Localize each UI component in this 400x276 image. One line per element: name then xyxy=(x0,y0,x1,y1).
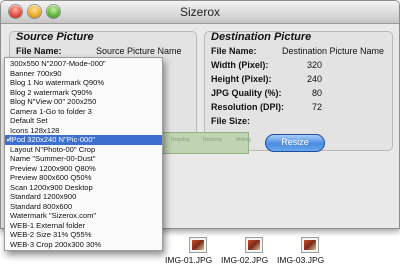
jpg-quality-value[interactable]: 80 xyxy=(312,88,322,98)
resize-button[interactable]: Resize xyxy=(265,134,325,152)
menu-item[interactable]: Banner 700x90 xyxy=(5,69,162,79)
progress-label-reading: Reading xyxy=(171,137,190,143)
source-file-name-label: File Name: xyxy=(16,46,62,56)
menu-item[interactable]: Watermark "Sizerox.com" xyxy=(5,211,162,221)
menu-item[interactable]: Standard 1200x900 xyxy=(5,192,162,202)
menu-item[interactable]: Blog N"View 00" 200x250 xyxy=(5,97,162,107)
menu-item[interactable]: WEB-2 Size 31% Q55% xyxy=(5,230,162,240)
destination-heading: Destination Picture xyxy=(211,31,312,43)
photo-thumbnail-image xyxy=(304,240,316,250)
dest-file-name-value: Destination Picture Name xyxy=(282,46,385,56)
source-file-name-value: Source Picture Name xyxy=(96,46,182,56)
menu-item-selected[interactable]: ✔ iPod 320x240 N"Pic-000" xyxy=(5,135,162,145)
preset-popup-menu[interactable]: 300x550 N"2007-Mode-000" Banner 700x90 B… xyxy=(4,57,163,251)
file-name-label[interactable]: IMG-03.JPG xyxy=(277,255,324,265)
menu-item[interactable]: Preview 1200x900 Q80% xyxy=(5,164,162,174)
progress-labels: Reading Resizing Writing xyxy=(171,137,263,143)
file-name-label[interactable]: IMG-02.JPG xyxy=(221,255,268,265)
dest-file-name-label: File Name: xyxy=(211,46,257,56)
height-value[interactable]: 240 xyxy=(307,74,322,84)
photo-thumbnail-image xyxy=(248,240,260,250)
menu-item[interactable]: Icons 128x128 xyxy=(5,126,162,136)
progress-label-writing: Writing xyxy=(235,137,252,143)
menu-item[interactable]: WEB-1 External folder xyxy=(5,221,162,231)
menu-item[interactable]: Default Set xyxy=(5,116,162,126)
menu-item[interactable]: Standard 800x600 xyxy=(5,202,162,212)
height-label: Height (Pixel): xyxy=(211,74,272,84)
menu-item[interactable]: WEB-3 Crop 200x300 30% xyxy=(5,240,162,250)
file-name-label[interactable]: IMG-01.JPG xyxy=(165,255,212,265)
width-label: Width (Pixel): xyxy=(211,60,269,70)
menu-item[interactable]: Blog 1 No watermark Q90% xyxy=(5,78,162,88)
source-heading: Source Picture xyxy=(16,31,94,43)
file-size-label: File Size: xyxy=(211,116,251,126)
window-title: Sizerox xyxy=(179,5,220,19)
checkmark-icon: ✔ xyxy=(6,135,13,144)
width-value[interactable]: 320 xyxy=(307,60,322,70)
image-thumbnail[interactable] xyxy=(301,237,319,253)
menu-item[interactable]: Blog 2 watermark Q90% xyxy=(5,88,162,98)
menu-item[interactable]: 300x550 N"2007-Mode-000" xyxy=(5,59,162,69)
resolution-label: Resolution (DPI): xyxy=(211,102,284,112)
progress-label-resizing: Resizing xyxy=(203,137,223,143)
jpg-quality-label: JPG Quality (%): xyxy=(211,88,282,98)
resolution-value[interactable]: 72 xyxy=(312,102,322,112)
menu-item[interactable]: Scan 1200x900 Desktop xyxy=(5,183,162,193)
title-bar[interactable]: Sizerox xyxy=(1,1,399,24)
image-thumbnail[interactable] xyxy=(189,237,207,253)
image-thumbnail[interactable] xyxy=(245,237,263,253)
menu-item[interactable]: Preview 800x600 Q50% xyxy=(5,173,162,183)
menu-item[interactable]: Layout N"Photo-00" Crop xyxy=(5,145,162,155)
menu-item[interactable]: Camera 1-Go to folder 3 xyxy=(5,107,162,117)
photo-thumbnail-image xyxy=(192,240,204,250)
menu-item[interactable]: Name "Summer-00-Dust" xyxy=(5,154,162,164)
